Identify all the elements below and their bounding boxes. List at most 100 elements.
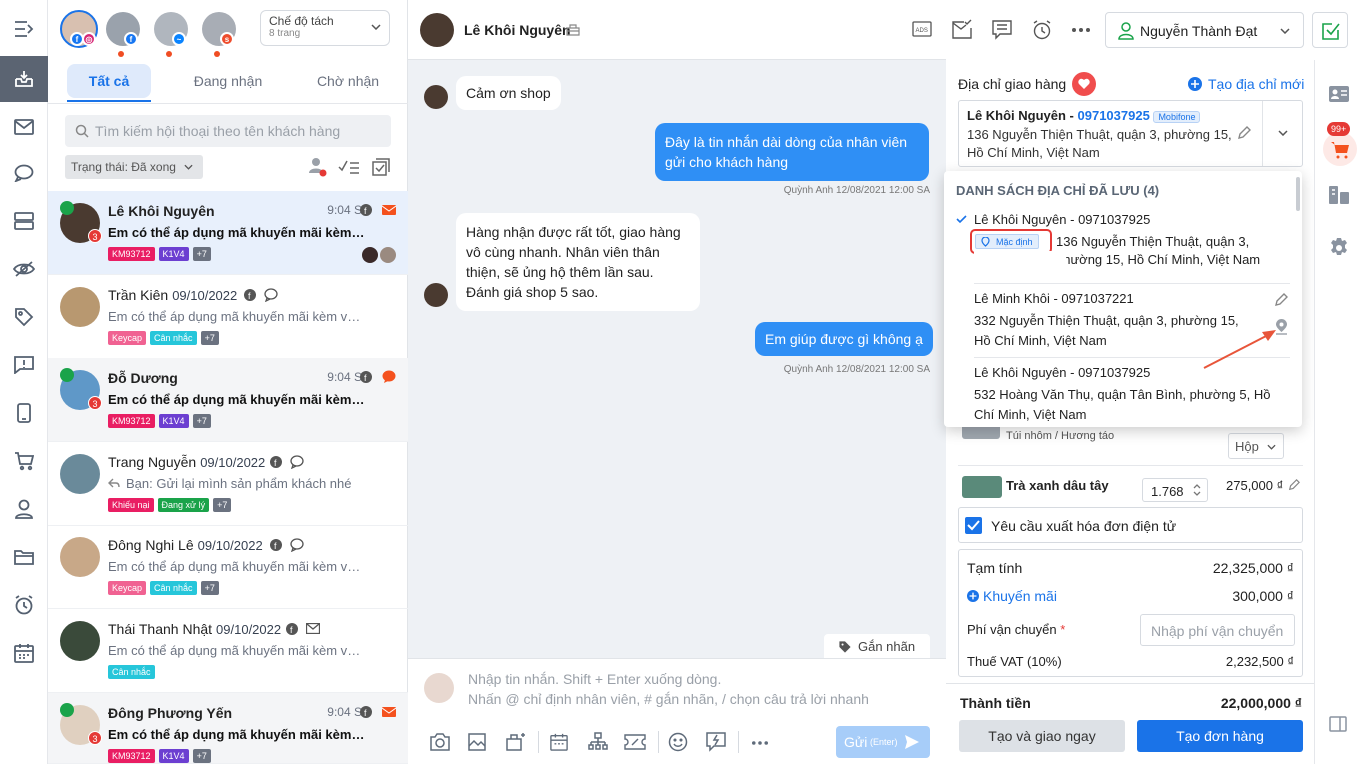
status-filter[interactable]: Trạng thái: Đã xong [65,155,203,179]
tag-icon[interactable] [0,294,48,340]
cart-tab[interactable] [1323,132,1357,166]
stock-icon[interactable] [1329,186,1349,204]
quick-reply-icon[interactable] [706,732,726,752]
more-icon[interactable] [1072,28,1090,32]
assign-user-icon[interactable] [308,157,328,177]
promo-link[interactable]: Khuyến mãi [983,588,1057,604]
emoji-icon[interactable] [668,732,688,752]
location-icon [981,237,990,247]
tab-receiving[interactable]: Đang nhận [178,64,278,98]
quantity-stepper[interactable]: 1.768 [1142,478,1208,502]
avatar [60,454,100,494]
hidden-icon[interactable] [0,246,48,292]
done-button[interactable] [1312,12,1348,48]
page-mode-select[interactable]: Chế độ tách 8 trang [260,10,390,46]
mobile-icon[interactable] [0,390,48,436]
send-button[interactable]: Gửi (Enter) [836,726,930,758]
alarm-icon[interactable] [1032,20,1052,40]
invoice-checkbox[interactable] [965,517,982,534]
unit-select[interactable]: Hộp [1228,433,1284,459]
mail-icon [306,623,320,634]
carrier-badge: Mobifone [1153,110,1201,123]
create-order-button[interactable]: Tạo đơn hàng [1137,720,1303,752]
alarm-icon[interactable] [0,582,48,628]
facebook-icon: f [286,623,298,635]
staff-avatar [362,247,378,263]
tag-list: KM93712 K1V4 +7 [108,749,211,763]
shipping-fee-input[interactable]: Nhập phí vận chuyển [1140,614,1295,646]
calendar-icon[interactable] [550,733,568,751]
cart-badge: 99+ [1327,122,1351,136]
customer-avatar [424,85,448,109]
edit-icon[interactable] [1274,293,1288,307]
tab-waiting[interactable]: Chờ nhận [298,64,398,98]
inbox-icon[interactable] [0,56,48,102]
cart-icon[interactable] [0,438,48,484]
saved-address-head: Lê Khôi Nguyên - 0971037925 [974,212,1151,227]
customer-name: Đông Phương Yến [108,705,233,721]
contact-card-icon[interactable] [1329,86,1349,102]
unit-value: Hộp [1235,439,1259,454]
camera-icon[interactable] [430,733,450,751]
search-box[interactable]: Tìm kiếm hội thoại theo tên khách hàng [65,115,391,147]
tag-more: +7 [192,749,211,763]
unread-count: 3 [88,396,102,410]
conversation-item[interactable]: 3 Đông Phương Yến 9:04 SA f Em có thể áp… [48,693,408,764]
calendar-icon[interactable] [0,630,48,676]
gear-icon[interactable] [1329,238,1349,258]
conversation-item[interactable]: 3 Đỗ Dương 9:04 SA f Em có thể áp dụng m… [48,358,408,442]
scrollbar[interactable] [1296,177,1300,211]
message-input[interactable]: Nhập tin nhắn. Shift + Enter xuống dòng.… [468,671,928,707]
panel-toggle-icon[interactable] [1329,716,1347,732]
conversation-item[interactable]: Đông Nghi Lê 09/10/2022 f Em có thể áp dụ… [48,525,408,609]
image-icon[interactable] [468,733,486,751]
select-all-icon[interactable] [372,158,390,176]
message-bubble-out: Đây là tin nhắn dài dòng của nhân viên g… [655,123,929,181]
order-panel: Địa chỉ giao hàng Tạo địa chỉ mới Lê Khô… [944,60,1314,764]
user-icon[interactable] [0,486,48,532]
reply-icon [108,478,120,488]
folder-icon[interactable] [0,534,48,580]
tag-list: Cân nhắc [108,665,155,679]
tag-button[interactable]: Gắn nhãn [824,634,930,658]
stepper-icon [1193,484,1201,496]
mail-icon[interactable] [0,104,48,150]
instagram-icon: ◎ [82,32,96,46]
ads-icon[interactable]: ADS [912,21,932,37]
edit-icon[interactable] [1237,126,1251,140]
tab-underline [67,100,151,102]
conversation-item[interactable]: Trang Nguyễn 09/10/2022 f Bạn: Gửi lại mì… [48,442,408,526]
feedback-icon[interactable] [0,342,48,388]
note-icon[interactable] [992,20,1012,40]
coupon-icon[interactable] [624,734,646,750]
collapse-icon[interactable] [0,6,48,52]
tag-list: KM93712 K1V4 +7 [108,414,211,428]
conversation-name: Thái Thanh Nhật 09/10/2022 [108,621,281,637]
create-address-link[interactable]: Tạo địa chỉ mới [1208,76,1304,92]
check-list-icon[interactable] [338,158,360,176]
unread-dot [166,51,172,57]
assignee-select[interactable]: Nguyễn Thành Đạt [1105,12,1304,48]
svg-text:ADS: ADS [916,28,928,34]
heart-icon[interactable] [1072,72,1096,96]
chat-icon[interactable] [0,150,48,196]
total-label: Thành tiền [960,695,1031,711]
flow-icon[interactable] [588,732,608,752]
product-icon[interactable] [506,731,526,751]
selected-address[interactable]: Lê Khôi Nguyên - 0971037925 Mobifone 136… [958,100,1303,167]
tag: KM93712 [108,247,155,261]
mail-check-icon[interactable] [952,19,972,39]
comment-icon [382,370,396,383]
conversation-item[interactable]: Trần Kiên 09/10/2022 f Em có thể áp dụng … [48,275,408,359]
saved-address-item[interactable]: Lê Khôi Nguyên - 0971037925 Mặc định 136… [944,207,1294,279]
tab-all[interactable]: Tất cả [67,64,151,98]
conversation-item[interactable]: Thái Thanh Nhật 09/10/2022 f Em có thể áp… [48,609,408,693]
conversation-item[interactable]: 3 Lê Khôi Nguyên 9:04 SA f Em có thể áp … [48,191,408,275]
unread-count: 3 [88,731,102,745]
more-icon[interactable] [752,741,768,745]
chevron-down-icon[interactable] [1278,130,1288,136]
create-and-ship-button[interactable]: Tạo và giao ngay [959,720,1125,752]
invoice-row[interactable]: Yêu cầu xuất hóa đơn điện tử [958,507,1303,543]
edit-icon[interactable] [1288,479,1300,491]
server-icon[interactable] [0,198,48,244]
